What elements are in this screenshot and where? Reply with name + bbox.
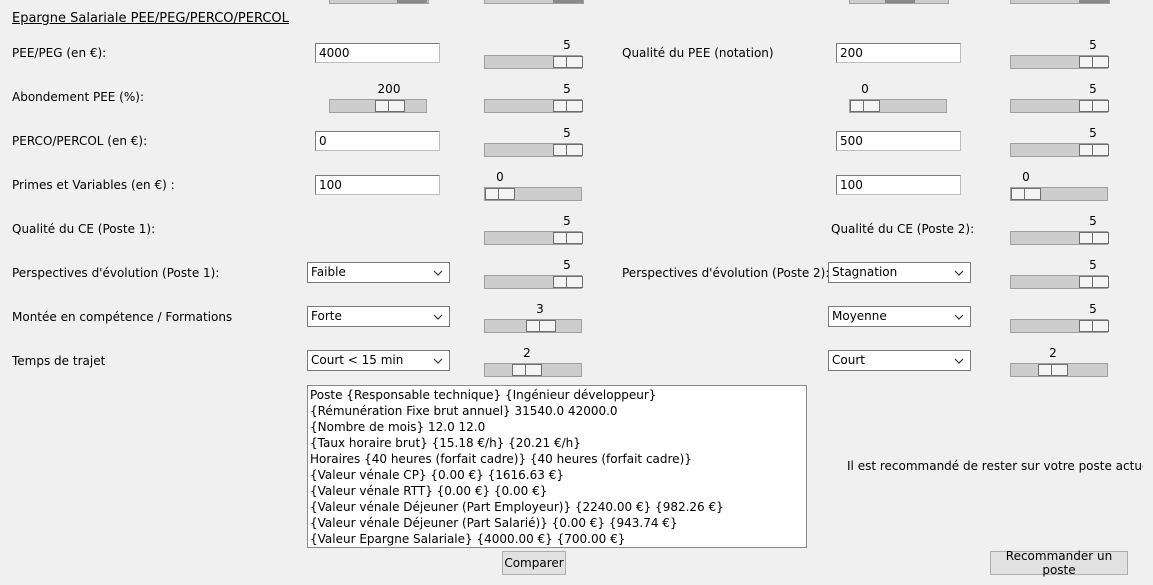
ce-poste1-scale-value: 5 xyxy=(563,214,571,228)
pee-label: PEE/PEG (en €): xyxy=(12,46,107,60)
ce-poste2-scale-value: 5 xyxy=(1089,214,1097,228)
results-line: Horaires {40 heures (forfait cadre)} {40… xyxy=(310,452,692,466)
trajet-poste2-value: Court xyxy=(832,353,865,367)
competence-poste1-scale-value: 3 xyxy=(536,302,544,316)
abondement-weight-scale-value: 5 xyxy=(563,82,571,96)
chevron-down-icon[interactable] xyxy=(952,263,966,282)
perspectives-poste1-scale[interactable]: 5 xyxy=(484,258,583,290)
competence-poste2-scale-value: 5 xyxy=(1089,302,1097,316)
primes-scale[interactable]: 0 xyxy=(484,170,582,202)
perco-right-input[interactable]: 500 xyxy=(836,131,961,151)
trajet-label: Temps de trajet xyxy=(12,354,106,368)
perco-right-scale[interactable]: 5 xyxy=(1010,126,1109,158)
perspectives-poste2-select[interactable]: Stagnation xyxy=(828,262,971,283)
results-line: Poste {Responsable technique} {Ingénieur… xyxy=(310,388,657,402)
primes-scale-value: 0 xyxy=(496,170,504,184)
results-line: {Taux horaire brut} {15.18 €/h} {20.21 €… xyxy=(310,436,581,450)
competence-poste2-scale[interactable]: 5 xyxy=(1010,302,1109,334)
top-scale-3[interactable] xyxy=(849,0,949,4)
results-textbox[interactable]: Poste {Responsable technique} {Ingénieur… xyxy=(307,385,807,548)
top-scale-2[interactable] xyxy=(484,0,584,4)
ce-poste2-scale[interactable]: 5 xyxy=(1010,214,1109,246)
competence-label: Montée en compétence / Formations xyxy=(12,310,233,324)
qualite-pee-scale-value: 5 xyxy=(1089,38,1097,52)
results-line: {Valeur vénale Déjeuner (Part Salarié)} … xyxy=(310,516,678,530)
results-line: {Valeur vénale CP} {0.00 €} {1616.63 €} xyxy=(310,468,564,482)
primes-input[interactable]: 100 xyxy=(315,175,440,195)
ce-poste2-label: Qualité du CE (Poste 2): xyxy=(831,222,975,236)
results-line: {Valeur Epargne Salariale} {4000.00 €} {… xyxy=(310,532,626,546)
results-line: {Valeur vénale RTT} {0.00 €} {0.00 €} xyxy=(310,484,548,498)
results-line: {Valeur vénale Déjeuner (Part Employeur)… xyxy=(310,500,724,514)
abondement-label: Abondement PEE (%): xyxy=(12,90,144,104)
pee-input[interactable]: 4000 xyxy=(315,43,440,63)
abondement-right-weight-scale-value: 5 xyxy=(1089,82,1097,96)
chevron-down-icon[interactable] xyxy=(952,307,966,326)
abondement-right-scale[interactable]: 0 xyxy=(849,82,947,114)
abondement-scale[interactable]: 200 xyxy=(329,82,427,114)
chevron-down-icon[interactable] xyxy=(431,307,445,326)
perspectives-poste1-scale-value: 5 xyxy=(563,258,571,272)
qualite-pee-scale[interactable]: 5 xyxy=(1010,38,1109,70)
top-scale-4[interactable] xyxy=(1010,0,1110,4)
ce-poste1-scale[interactable]: 5 xyxy=(484,214,583,246)
vertical-scrollbar[interactable] xyxy=(1143,0,1153,585)
perspectives-poste2-label: Perspectives d'évolution (Poste 2): xyxy=(622,266,830,280)
competence-poste1-value: Forte xyxy=(311,309,342,323)
section-title: Epargne Salariale PEE/PEG/PERCO/PERCOL xyxy=(12,11,289,26)
primes-right-scale[interactable]: 0 xyxy=(1010,170,1108,202)
trajet-poste1-value: Court < 15 min xyxy=(311,353,404,367)
abondement-weight-scale[interactable]: 5 xyxy=(484,82,583,114)
primes-right-input[interactable]: 100 xyxy=(836,175,961,195)
abondement-right-weight-scale[interactable]: 5 xyxy=(1010,82,1109,114)
ce-poste1-label: Qualité du CE (Poste 1): xyxy=(12,222,156,236)
trajet-poste1-select[interactable]: Court < 15 min xyxy=(307,350,450,371)
competence-poste2-select[interactable]: Moyenne xyxy=(828,306,971,327)
perco-right-scale-value: 5 xyxy=(1089,126,1097,140)
perco-scale[interactable]: 5 xyxy=(484,126,583,158)
abondement-scale-value: 200 xyxy=(377,82,401,96)
competence-poste1-scale[interactable]: 3 xyxy=(484,302,582,334)
chevron-down-icon[interactable] xyxy=(952,351,966,370)
perspectives-poste1-value: Faible xyxy=(311,265,346,279)
trajet-poste2-scale-value: 2 xyxy=(1049,346,1057,360)
results-line: {Rémunération Fixe brut annuel} 31540.0 … xyxy=(310,404,618,418)
chevron-down-icon[interactable] xyxy=(431,351,445,370)
recommendation-text: Il est recommandé de rester sur votre po… xyxy=(847,459,1153,473)
competence-poste1-select[interactable]: Forte xyxy=(307,306,450,327)
compare-button[interactable]: Comparer xyxy=(502,551,566,575)
perspectives-poste2-value: Stagnation xyxy=(832,265,898,279)
trajet-poste1-scale[interactable]: 2 xyxy=(484,346,582,378)
chevron-down-icon[interactable] xyxy=(431,263,445,282)
results-line: {Nombre de mois} 12.0 12.0 xyxy=(310,420,486,434)
pee-scale[interactable]: 5 xyxy=(484,38,583,70)
primes-right-scale-value: 0 xyxy=(1022,170,1030,184)
perco-label: PERCO/PERCOL (en €): xyxy=(12,134,148,148)
competence-poste2-value: Moyenne xyxy=(832,309,887,323)
abondement-right-scale-value: 0 xyxy=(861,82,869,96)
qualite-pee-label: Qualité du PEE (notation) xyxy=(622,46,774,60)
primes-label: Primes et Variables (en €) : xyxy=(12,178,175,192)
trajet-poste2-scale[interactable]: 2 xyxy=(1010,346,1108,378)
pee-scale-value: 5 xyxy=(563,38,571,52)
top-scale-1[interactable] xyxy=(329,0,429,4)
perspectives-poste2-scale-value: 5 xyxy=(1089,258,1097,272)
trajet-poste1-scale-value: 2 xyxy=(523,346,531,360)
perco-input[interactable]: 0 xyxy=(315,131,440,151)
perspectives-poste2-scale[interactable]: 5 xyxy=(1010,258,1109,290)
qualite-pee-input[interactable]: 200 xyxy=(836,43,961,63)
perspectives-poste1-label: Perspectives d'évolution (Poste 1): xyxy=(12,266,220,280)
trajet-poste2-select[interactable]: Court xyxy=(828,350,971,371)
perspectives-poste1-select[interactable]: Faible xyxy=(307,262,450,283)
recommend-button[interactable]: Recommander un poste xyxy=(990,549,1128,577)
perco-scale-value: 5 xyxy=(563,126,571,140)
